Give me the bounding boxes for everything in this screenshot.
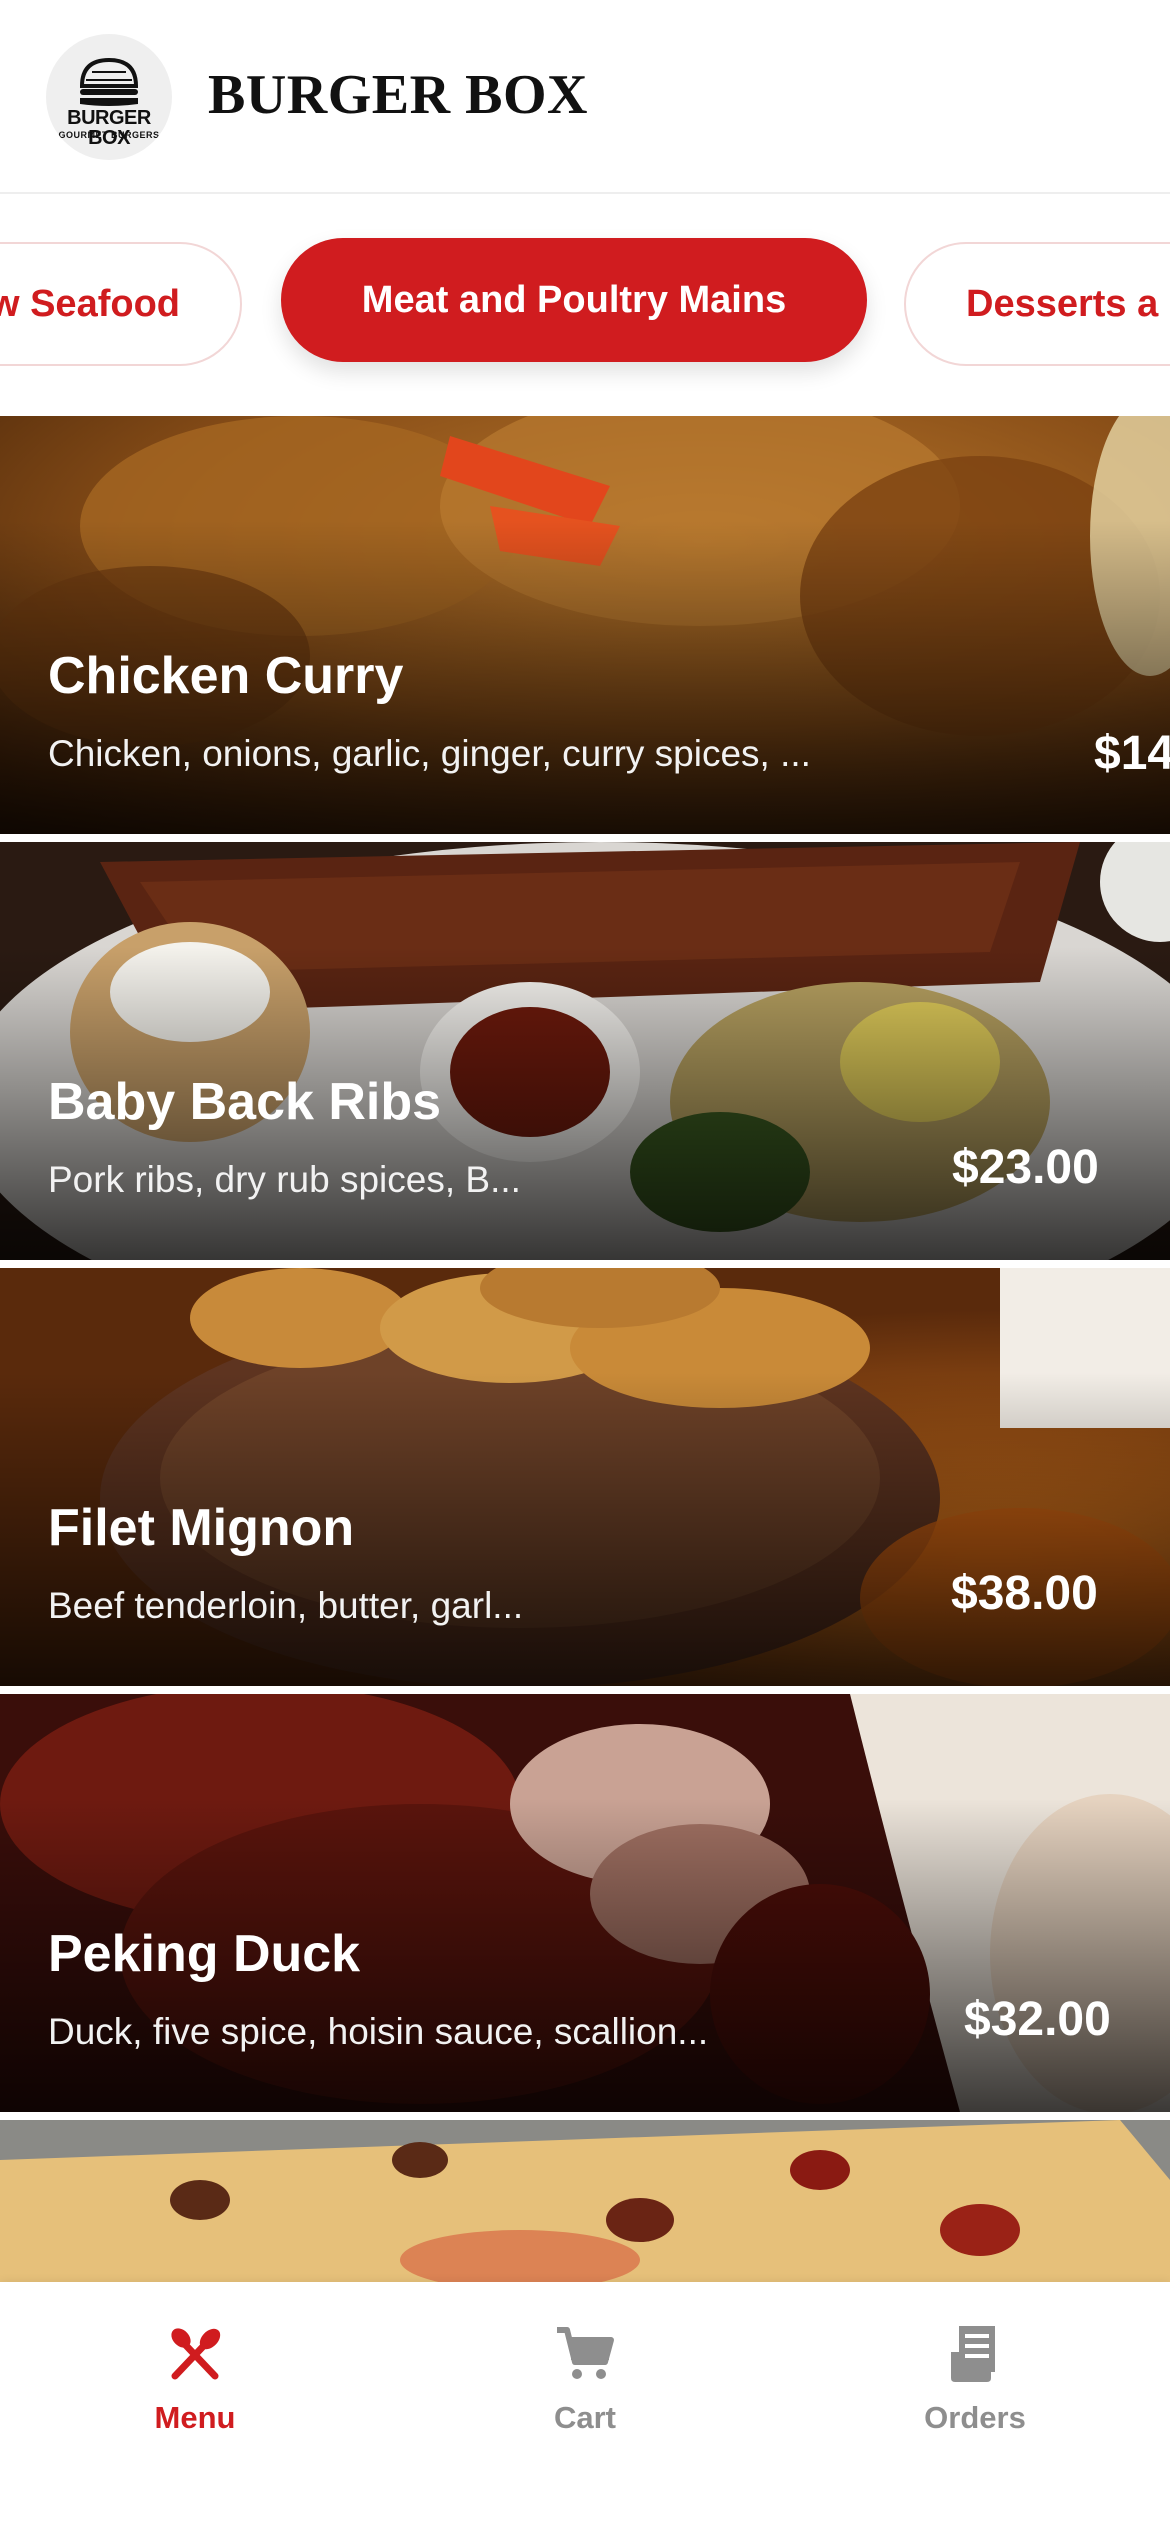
dish-card-partial[interactable] <box>0 2120 1170 2284</box>
logo-text: BURGER BOX <box>67 107 151 149</box>
dish-name: Filet Mignon <box>48 1499 355 1557</box>
dish-photo <box>0 2120 1170 2284</box>
tab-meat-and-poultry-mains[interactable]: Meat and Poultry Mains <box>281 238 867 362</box>
cart-icon <box>557 2327 614 2379</box>
brand-name: BURGER BOX <box>208 64 588 126</box>
tab-label: Meat and Poultry Mains <box>361 278 787 321</box>
dish-name: Chicken Curry <box>48 647 404 705</box>
dish-price: $23.00 <box>952 1141 1099 1194</box>
dish-description: Chicken, onions, garlic, ginger, curry s… <box>48 733 811 774</box>
dish-name: Baby Back Ribs <box>48 1073 442 1131</box>
dish-price: $32.00 <box>964 1993 1111 2046</box>
nav-label: Cart <box>553 2400 616 2435</box>
receipt-icon <box>951 2326 995 2382</box>
app-header: BURGER BOX GOURMET BURGERS BURGER BOX <box>0 0 1170 194</box>
brand-logo[interactable]: BURGER BOX GOURMET BURGERS <box>46 34 172 160</box>
nav-item-orders[interactable]: Orders <box>875 2322 1075 2436</box>
nav-item-menu[interactable]: Menu <box>95 2322 295 2436</box>
dish-name: Peking Duck <box>48 1925 361 1983</box>
dish-card-baby-back-ribs[interactable]: Baby Back Ribs Pork ribs, dry rub spices… <box>0 842 1170 1260</box>
tab-label: w Seafood <box>0 282 180 325</box>
bottom-navigation: Menu Cart Orders <box>0 2282 1170 2532</box>
dish-card-peking-duck[interactable]: Peking Duck Duck, five spice, hoisin sau… <box>0 1694 1170 2112</box>
dish-description: Duck, five spice, hoisin sauce, scallion… <box>48 2011 709 2052</box>
nav-item-cart[interactable]: Cart <box>485 2322 685 2436</box>
tab-label: Desserts a <box>966 282 1159 325</box>
dish-price: $38.00 <box>951 1567 1098 1620</box>
dish-price: $14 <box>1094 727 1170 780</box>
logo-subtext: GOURMET BURGERS <box>58 130 160 140</box>
dish-card-chicken-curry[interactable]: Chicken Curry Chicken, onions, garlic, g… <box>0 416 1170 834</box>
nav-label: Menu <box>154 2400 236 2435</box>
fork-knife-icon <box>171 2328 221 2380</box>
category-tabs: w Seafood Meat and Poultry Mains Dessert… <box>0 196 1170 416</box>
dish-description: Pork ribs, dry rub spices, B... <box>48 1159 521 1200</box>
nav-label: Orders <box>924 2400 1026 2435</box>
tab-desserts[interactable]: Desserts a <box>904 242 1170 366</box>
dish-card-filet-mignon[interactable]: Filet Mignon Beef tenderloin, butter, ga… <box>0 1268 1170 1686</box>
tab-seafood[interactable]: w Seafood <box>0 242 242 366</box>
dish-description: Beef tenderloin, butter, garl... <box>48 1585 524 1626</box>
